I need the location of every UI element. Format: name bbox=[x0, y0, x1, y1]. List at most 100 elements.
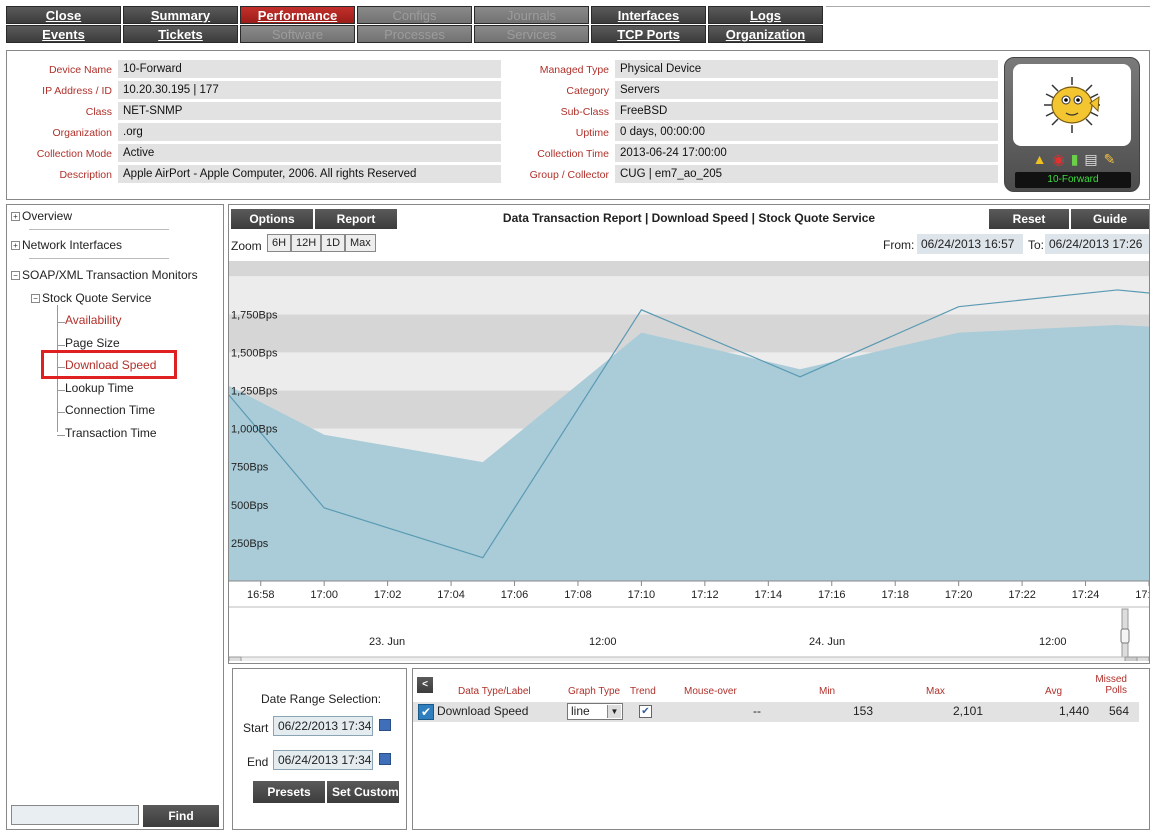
tree-item-lookup-time[interactable]: Lookup Time bbox=[65, 381, 134, 395]
presets-button[interactable]: Presets bbox=[253, 781, 325, 803]
trend-checkbox[interactable]: ✔ bbox=[639, 705, 652, 718]
avg-value: 1,440 bbox=[1058, 704, 1089, 718]
tab-divider bbox=[826, 6, 1150, 7]
zoom-1d-button[interactable]: 1D bbox=[321, 234, 346, 252]
tree-item-transaction-time[interactable]: Transaction Time bbox=[65, 426, 157, 440]
bar-chart-icon[interactable]: ▮ bbox=[1071, 151, 1079, 168]
y-tick-label: 500Bps bbox=[231, 500, 269, 512]
from-date-field[interactable]: 06/24/2013 16:57 bbox=[917, 234, 1023, 254]
download-speed-chart[interactable]: 250Bps 500Bps 750Bps 1,000Bps 1,250Bps 1,500B… bbox=[229, 261, 1149, 661]
calendar-icon[interactable] bbox=[379, 719, 391, 731]
options-button[interactable]: Options bbox=[231, 209, 313, 229]
report-button[interactable]: Report bbox=[315, 209, 397, 229]
device-info-row: Category Servers bbox=[497, 80, 998, 101]
x-tick-label: 17:00 bbox=[310, 589, 338, 601]
tree-item-overview[interactable]: + Overview bbox=[11, 209, 72, 223]
graph-type-select[interactable]: line ▼ bbox=[567, 703, 623, 720]
device-info-left: Device Name 10-Forward IP Address / ID 10.2… bbox=[13, 59, 501, 185]
tab-events[interactable]: Events bbox=[6, 25, 121, 43]
device-info-value: 10-Forward bbox=[118, 60, 501, 79]
graph-type-value: line bbox=[571, 704, 590, 718]
tab-organization[interactable]: Organization bbox=[708, 25, 823, 43]
to-date-field[interactable]: 06/24/2013 17:26 bbox=[1045, 234, 1149, 254]
tab-performance[interactable]: Performance bbox=[240, 6, 355, 24]
tab-configs: Configs bbox=[357, 6, 472, 24]
device-info-row: Group / Collector CUG | em7_ao_205 bbox=[497, 164, 998, 185]
find-button[interactable]: Find bbox=[143, 805, 219, 827]
tree-item-stock-quote-service[interactable]: − Stock Quote Service bbox=[31, 291, 151, 305]
selection-highlight bbox=[41, 350, 177, 379]
end-date-field[interactable]: 06/24/2013 17:34 bbox=[273, 750, 373, 770]
tree-item-connection-time[interactable]: Connection Time bbox=[65, 403, 155, 417]
col-header-min: Min bbox=[819, 686, 836, 697]
x-tick-label: 17:08 bbox=[564, 589, 592, 601]
scrollbar-thumb bbox=[1124, 656, 1138, 661]
printer-icon[interactable]: ▤ bbox=[1084, 151, 1097, 168]
y-tick-label: 1,500Bps bbox=[231, 347, 278, 359]
device-info-panel: Device Name 10-Forward IP Address / ID 10.2… bbox=[6, 50, 1150, 200]
missed-polls-value: 564 bbox=[1108, 704, 1129, 718]
navigator-handle-icon[interactable] bbox=[1120, 628, 1130, 644]
reset-button[interactable]: Reset bbox=[989, 209, 1069, 229]
expand-icon[interactable]: + bbox=[11, 212, 20, 221]
tab-label: Organization bbox=[725, 27, 806, 42]
wrench-icon[interactable]: ✎ bbox=[1104, 151, 1116, 168]
device-info-row: Managed Type Physical Device bbox=[497, 59, 998, 80]
set-custom-button[interactable]: Set Custom bbox=[327, 781, 399, 803]
series-checkbox[interactable]: ✔ bbox=[418, 704, 434, 720]
device-info-label: Organization bbox=[52, 126, 112, 139]
device-badge[interactable]: ▲ ◉ ▮ ▤ ✎ 10-Forward bbox=[1004, 57, 1140, 192]
calendar-icon[interactable] bbox=[379, 753, 391, 765]
tree-item-soap-monitors[interactable]: − SOAP/XML Transaction Monitors bbox=[11, 268, 198, 282]
tree-item-page-size[interactable]: Page Size bbox=[65, 336, 120, 350]
x-tick-label: 17:26 bbox=[1135, 589, 1149, 601]
tab-interfaces[interactable]: Interfaces bbox=[591, 6, 706, 24]
tab-tickets[interactable]: Tickets bbox=[123, 25, 238, 43]
collapse-icon[interactable]: − bbox=[31, 294, 40, 303]
series-label: Download Speed bbox=[437, 704, 529, 718]
warning-icon[interactable]: ▲ bbox=[1033, 151, 1047, 168]
tab-close[interactable]: Close bbox=[6, 6, 121, 24]
tree-connector bbox=[57, 412, 65, 413]
device-info-row: Collection Time 2013-06-24 17:00:00 bbox=[497, 143, 998, 164]
zoom-6h-button[interactable]: 6H bbox=[267, 234, 292, 252]
tab-software: Software bbox=[240, 25, 355, 43]
tab-tcp-ports[interactable]: TCP Ports bbox=[591, 25, 706, 43]
x-tick-label: 17:02 bbox=[374, 589, 402, 601]
device-info-label: IP Address / ID bbox=[42, 84, 112, 97]
min-value: 153 bbox=[852, 704, 873, 718]
x-tick-label: 17:22 bbox=[1008, 589, 1036, 601]
max-value: 2,101 bbox=[952, 704, 983, 718]
x-tick-label: 17:16 bbox=[818, 589, 846, 601]
tab-label: Journals bbox=[506, 8, 557, 23]
navigator-label: 23. Jun bbox=[369, 636, 405, 648]
chevron-down-icon[interactable]: ▼ bbox=[607, 705, 621, 718]
find-input[interactable] bbox=[11, 805, 139, 825]
col-header-label: Data Type/Label bbox=[458, 686, 531, 697]
start-date-field[interactable]: 06/22/2013 17:34 bbox=[273, 716, 373, 736]
zoom-12h-button[interactable]: 12H bbox=[291, 234, 322, 252]
tab-bar: Close Summary Performance Configs Journals In… bbox=[6, 6, 826, 44]
device-info-label: Device Name bbox=[48, 63, 112, 76]
tab-label: Events bbox=[42, 27, 85, 42]
tree-label: Stock Quote Service bbox=[42, 291, 152, 305]
collapse-legend-button[interactable]: < bbox=[417, 677, 433, 693]
tree-label: Network Interfaces bbox=[22, 238, 123, 252]
expand-icon[interactable]: + bbox=[11, 241, 20, 250]
zoom-max-button[interactable]: Max bbox=[345, 234, 376, 252]
pufferfish-logo-icon bbox=[1044, 77, 1100, 133]
end-label: End bbox=[247, 755, 269, 769]
col-header-graph-type: Graph Type bbox=[568, 686, 621, 697]
guide-button[interactable]: Guide bbox=[1071, 209, 1149, 229]
device-info-label: Category bbox=[566, 84, 609, 97]
device-info-row: IP Address / ID 10.20.30.195 | 177 bbox=[13, 80, 501, 101]
tree-item-availability[interactable]: Availability bbox=[65, 313, 121, 327]
collapse-icon[interactable]: − bbox=[11, 271, 20, 280]
tab-logs[interactable]: Logs bbox=[708, 6, 823, 24]
tab-row-2: Events Tickets Software Processes Services TC… bbox=[6, 25, 826, 43]
tree-label: Overview bbox=[22, 209, 73, 223]
lifebuoy-icon[interactable]: ◉ bbox=[1052, 151, 1064, 168]
tree-item-network-interfaces[interactable]: + Network Interfaces bbox=[11, 238, 122, 252]
tab-summary[interactable]: Summary bbox=[123, 6, 238, 24]
device-info-value: Active bbox=[118, 144, 501, 163]
